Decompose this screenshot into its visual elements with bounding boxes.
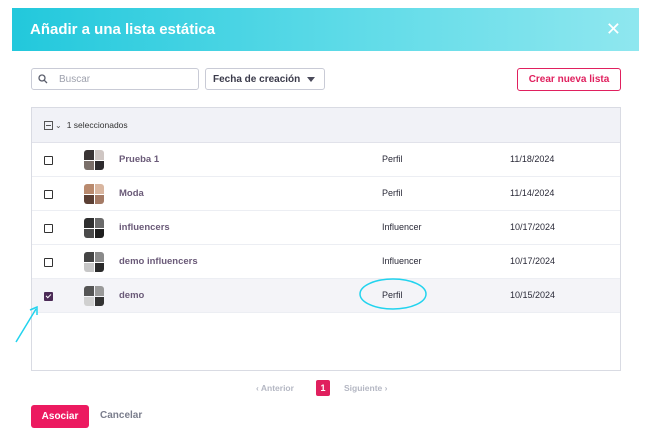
table-row[interactable]: Moda Perfil 11/14/2024 [32, 177, 620, 211]
list-name[interactable]: influencers [119, 222, 170, 233]
list-name[interactable]: demo [119, 290, 144, 301]
table-row[interactable]: influencers Influencer 10/17/2024 [32, 211, 620, 245]
table-row[interactable]: Prueba 1 Perfil 11/18/2024 [32, 143, 620, 177]
list-type: Perfil [382, 188, 403, 198]
row-checkbox[interactable] [44, 258, 53, 267]
avatar [84, 252, 104, 272]
caret-down-icon [307, 77, 315, 82]
search-icon [38, 74, 48, 84]
lists-table: ⌄ 1 seleccionados Prueba 1 Perfil 11/18/… [31, 107, 621, 371]
dialog-header: Añadir a una lista estática ✕ [12, 8, 639, 51]
list-date: 11/18/2024 [510, 154, 555, 164]
search-input[interactable] [57, 72, 191, 86]
next-page-link[interactable]: Siguiente › [344, 383, 387, 393]
list-date: 10/15/2024 [510, 290, 556, 300]
avatar [84, 150, 104, 170]
row-checkbox[interactable] [44, 292, 53, 301]
list-date: 11/14/2024 [510, 188, 555, 198]
row-checkbox[interactable] [44, 224, 53, 233]
associate-button[interactable]: Asociar [31, 405, 89, 428]
chevron-down-icon[interactable]: ⌄ [55, 121, 62, 130]
pagination: ‹ Anterior 1 Siguiente › [0, 380, 656, 398]
table-row[interactable]: demo Perfil 10/15/2024 [32, 279, 620, 313]
row-checkbox[interactable] [44, 156, 53, 165]
avatar [84, 218, 104, 238]
list-type: Perfil [382, 290, 403, 300]
sort-dropdown[interactable]: Fecha de creación [205, 68, 325, 90]
avatar [84, 286, 104, 306]
list-name[interactable]: Prueba 1 [119, 154, 159, 165]
table-header: ⌄ 1 seleccionados [32, 108, 620, 143]
close-icon[interactable]: ✕ [606, 19, 621, 39]
select-all-checkbox[interactable] [44, 120, 53, 130]
table-row[interactable]: demo influencers Influencer 10/17/2024 [32, 245, 620, 279]
list-date: 10/17/2024 [510, 256, 556, 266]
selected-count: 1 seleccionados [66, 120, 128, 130]
search-field[interactable] [31, 68, 199, 90]
list-name[interactable]: Moda [119, 188, 144, 199]
create-list-button[interactable]: Crear nueva lista [517, 68, 621, 91]
avatar [84, 184, 104, 204]
current-page[interactable]: 1 [316, 380, 330, 396]
cancel-button[interactable]: Cancelar [100, 410, 142, 421]
list-type: Influencer [382, 256, 422, 266]
sort-label: Fecha de creación [213, 73, 301, 85]
dialog-title: Añadir a una lista estática [30, 21, 216, 38]
list-type: Perfil [382, 154, 403, 164]
row-checkbox[interactable] [44, 190, 53, 199]
list-type: Influencer [382, 222, 422, 232]
list-name[interactable]: demo influencers [119, 256, 198, 267]
prev-page-link[interactable]: ‹ Anterior [256, 383, 294, 393]
list-date: 10/17/2024 [510, 222, 556, 232]
